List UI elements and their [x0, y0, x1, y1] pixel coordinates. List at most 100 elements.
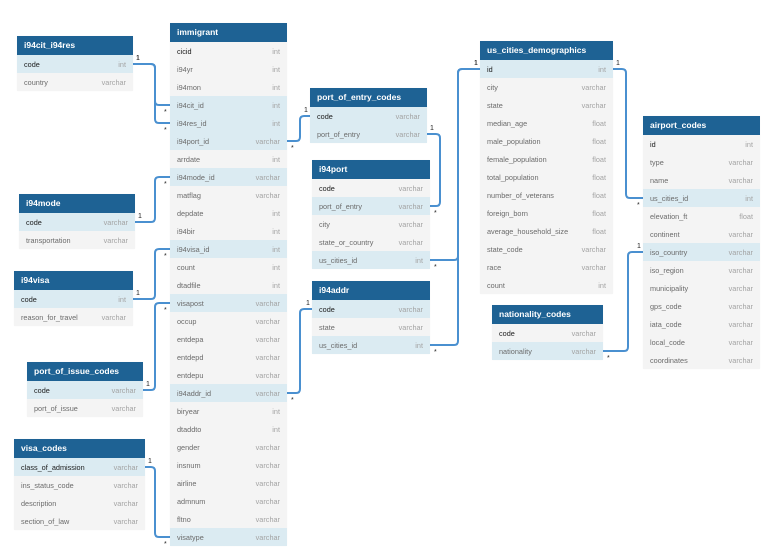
table-i94mode[interactable]: i94mode code varchar transportation varchar: [19, 194, 135, 249]
relationship-link[interactable]: [145, 466, 170, 538]
table-column-row[interactable]: municipality varchar: [643, 279, 760, 297]
table-column-row[interactable]: us_cities_id int: [643, 189, 760, 207]
table-header[interactable]: immigrant: [170, 23, 287, 42]
table-column-row[interactable]: race varchar: [480, 258, 613, 276]
table-column-row[interactable]: visatype varchar: [170, 528, 287, 546]
table-port-of-issue-codes[interactable]: port_of_issue_codes code varchar port_of_is…: [27, 362, 143, 417]
table-column-row[interactable]: i94addr_id varchar: [170, 384, 287, 402]
table-visa-codes[interactable]: visa_codes class_of_admission varchar ins_s…: [14, 439, 145, 530]
table-header[interactable]: us_cities_demographics: [480, 41, 613, 60]
table-column-row[interactable]: dtaddto int: [170, 420, 287, 438]
table-column-row[interactable]: code varchar: [312, 300, 430, 318]
table-column-row[interactable]: city varchar: [480, 78, 613, 96]
table-column-row[interactable]: name varchar: [643, 171, 760, 189]
table-airport-codes[interactable]: airport_codes id int type varchar name varchar…: [643, 116, 760, 369]
table-column-row[interactable]: code varchar: [19, 213, 135, 231]
table-column-row[interactable]: us_cities_id int: [312, 336, 430, 354]
table-column-row[interactable]: number_of_veterans float: [480, 186, 613, 204]
relationship-link[interactable]: [133, 63, 170, 124]
table-column-row[interactable]: cicid int: [170, 42, 287, 60]
table-column-row[interactable]: i94cit_id int: [170, 96, 287, 114]
table-i94addr[interactable]: i94addr code varchar state varchar us_cities_…: [312, 281, 430, 354]
table-column-row[interactable]: continent varchar: [643, 225, 760, 243]
table-column-row[interactable]: gps_code varchar: [643, 297, 760, 315]
table-column-row[interactable]: code int: [17, 55, 133, 73]
table-header[interactable]: port_of_issue_codes: [27, 362, 143, 381]
table-header[interactable]: port_of_entry_codes: [310, 88, 427, 107]
table-column-row[interactable]: code varchar: [27, 381, 143, 399]
table-column-row[interactable]: count int: [480, 276, 613, 294]
table-column-row[interactable]: elevation_ft float: [643, 207, 760, 225]
table-column-row[interactable]: us_cities_id int: [312, 251, 430, 269]
table-column-row[interactable]: i94mon int: [170, 78, 287, 96]
table-column-row[interactable]: section_of_law varchar: [14, 512, 145, 530]
table-column-row[interactable]: admnum varchar: [170, 492, 287, 510]
table-header[interactable]: nationality_codes: [492, 305, 603, 324]
table-column-row[interactable]: state varchar: [480, 96, 613, 114]
table-column-row[interactable]: airline varchar: [170, 474, 287, 492]
table-i94port[interactable]: i94port code varchar port_of_entry varchar ci…: [312, 160, 430, 269]
table-column-row[interactable]: i94mode_id varchar: [170, 168, 287, 186]
table-i94cit-i94res[interactable]: i94cit_i94res code int country varchar: [17, 36, 133, 91]
table-column-row[interactable]: class_of_admission varchar: [14, 458, 145, 476]
table-column-row[interactable]: i94port_id varchar: [170, 132, 287, 150]
table-column-row[interactable]: fltno varchar: [170, 510, 287, 528]
table-column-row[interactable]: local_code varchar: [643, 333, 760, 351]
table-column-row[interactable]: visapost varchar: [170, 294, 287, 312]
table-column-row[interactable]: dtadfile int: [170, 276, 287, 294]
table-column-row[interactable]: iso_country varchar: [643, 243, 760, 261]
table-column-row[interactable]: arrdate int: [170, 150, 287, 168]
relationship-link[interactable]: [287, 308, 312, 394]
table-column-row[interactable]: i94visa_id int: [170, 240, 287, 258]
table-column-row[interactable]: i94yr int: [170, 60, 287, 78]
table-column-row[interactable]: code varchar: [492, 324, 603, 342]
table-header[interactable]: i94port: [312, 160, 430, 179]
table-column-row[interactable]: nationality varchar: [492, 342, 603, 360]
relationship-link[interactable]: [613, 68, 643, 199]
relationship-link[interactable]: [135, 176, 170, 223]
table-column-row[interactable]: code varchar: [312, 179, 430, 197]
table-header[interactable]: i94addr: [312, 281, 430, 300]
table-column-row[interactable]: entdepa varchar: [170, 330, 287, 348]
table-column-row[interactable]: state_or_country varchar: [312, 233, 430, 251]
relationship-link[interactable]: [143, 302, 170, 391]
relationship-link[interactable]: [133, 248, 170, 300]
table-nationality-codes[interactable]: nationality_codes code varchar nationality v…: [492, 305, 603, 360]
table-header[interactable]: i94visa: [14, 271, 133, 290]
relationship-link[interactable]: [430, 68, 480, 261]
table-column-row[interactable]: iata_code varchar: [643, 315, 760, 333]
table-column-row[interactable]: i94res_id int: [170, 114, 287, 132]
table-column-row[interactable]: country varchar: [17, 73, 133, 91]
table-header[interactable]: airport_codes: [643, 116, 760, 135]
table-column-row[interactable]: total_population float: [480, 168, 613, 186]
table-immigrant[interactable]: immigrant cicid int i94yr int i94mon int i94cit…: [170, 23, 287, 546]
table-column-row[interactable]: reason_for_travel varchar: [14, 308, 133, 326]
table-header[interactable]: i94cit_i94res: [17, 36, 133, 55]
table-column-row[interactable]: median_age float: [480, 114, 613, 132]
table-column-row[interactable]: code int: [14, 290, 133, 308]
table-column-row[interactable]: state_code varchar: [480, 240, 613, 258]
table-header[interactable]: i94mode: [19, 194, 135, 213]
table-column-row[interactable]: average_household_size float: [480, 222, 613, 240]
table-column-row[interactable]: gender varchar: [170, 438, 287, 456]
table-column-row[interactable]: insnum varchar: [170, 456, 287, 474]
table-i94visa[interactable]: i94visa code int reason_for_travel varchar: [14, 271, 133, 326]
table-column-row[interactable]: i94bir int: [170, 222, 287, 240]
table-header[interactable]: visa_codes: [14, 439, 145, 458]
table-column-row[interactable]: id int: [643, 135, 760, 153]
relationship-link[interactable]: [287, 115, 310, 142]
table-column-row[interactable]: depdate int: [170, 204, 287, 222]
table-column-row[interactable]: description varchar: [14, 494, 145, 512]
table-column-row[interactable]: entdepd varchar: [170, 348, 287, 366]
table-column-row[interactable]: occup varchar: [170, 312, 287, 330]
relationship-link[interactable]: [430, 68, 480, 346]
table-column-row[interactable]: iso_region varchar: [643, 261, 760, 279]
table-us-cities-demographics[interactable]: us_cities_demographics id int city varchar st…: [480, 41, 613, 294]
table-column-row[interactable]: transportation varchar: [19, 231, 135, 249]
table-column-row[interactable]: foreign_born float: [480, 204, 613, 222]
table-column-row[interactable]: state varchar: [312, 318, 430, 336]
table-column-row[interactable]: port_of_entry varchar: [312, 197, 430, 215]
table-column-row[interactable]: city varchar: [312, 215, 430, 233]
table-column-row[interactable]: id int: [480, 60, 613, 78]
table-column-row[interactable]: count int: [170, 258, 287, 276]
